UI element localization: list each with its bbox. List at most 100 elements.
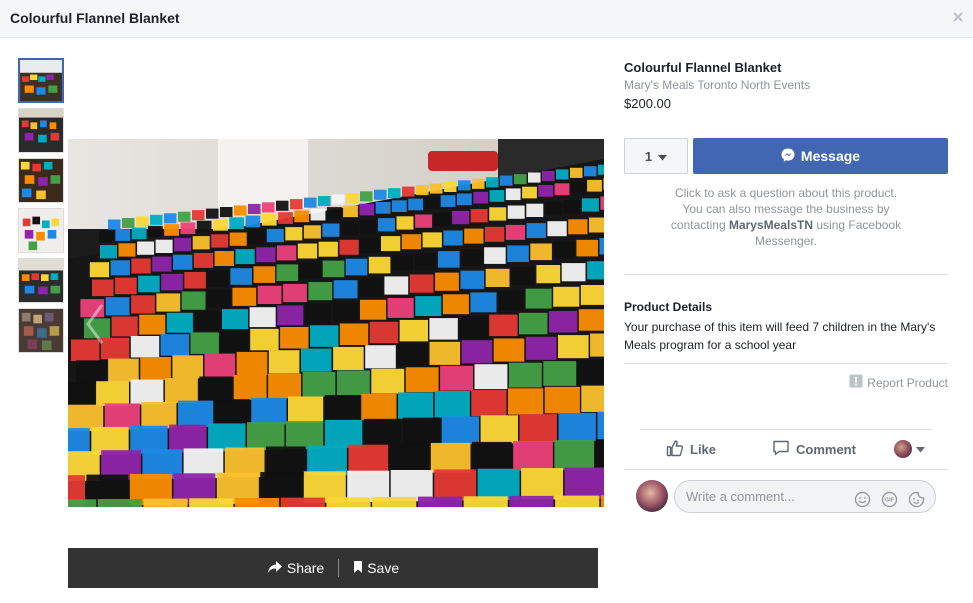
quilt-patch	[131, 227, 147, 240]
quilt-patch	[581, 385, 604, 412]
thumbnail-4[interactable]	[18, 208, 64, 253]
quilt-patch	[590, 333, 604, 357]
quilt-patch	[577, 359, 604, 385]
sticker-icon[interactable]	[908, 488, 925, 508]
quilt-patch	[433, 212, 451, 226]
comment-input[interactable]: Write a comment... GIF	[674, 480, 936, 513]
quilt-patch	[192, 236, 210, 250]
quilt-patch	[206, 208, 219, 219]
quilt-patch	[164, 224, 179, 236]
quilt-patch	[452, 210, 470, 225]
quilt-patch	[508, 388, 544, 415]
close-icon[interactable]	[951, 10, 965, 24]
quilt-patch	[322, 260, 345, 278]
quilt-patch	[130, 336, 160, 358]
quilt-patch	[115, 229, 131, 241]
quilt-patch	[581, 198, 599, 212]
quantity-select[interactable]: 1	[624, 138, 688, 174]
emoji-icon[interactable]	[854, 488, 871, 508]
quilt-patch	[332, 301, 359, 322]
quilt-patch	[332, 194, 345, 205]
gif-icon[interactable]: GIF	[881, 488, 898, 508]
quilt-patch	[505, 188, 521, 201]
quilt-patch	[156, 293, 181, 312]
quilt-patch	[322, 223, 340, 237]
quilt-patch	[391, 254, 414, 272]
quilt-patch	[360, 238, 380, 253]
quilt-patch	[248, 203, 261, 214]
quilt-patch	[143, 498, 188, 507]
quilt-patch	[268, 350, 300, 374]
quilt-patch	[139, 314, 166, 335]
quilt-patch	[461, 340, 493, 364]
quilt-patch	[441, 416, 480, 445]
thumbnail-1[interactable]	[18, 58, 64, 103]
quilt-patch	[340, 221, 358, 235]
report-product-button[interactable]: Report Product	[849, 374, 948, 391]
quilt-patch	[464, 228, 484, 244]
previous-image-arrow[interactable]	[80, 299, 110, 349]
quilt-patch	[587, 179, 602, 192]
share-save-bar: Share Save	[68, 548, 598, 588]
quilt-patch	[136, 216, 149, 227]
quilt-patch	[381, 236, 401, 252]
quilt-patch	[484, 247, 506, 264]
quilt-patch	[207, 270, 229, 287]
quilt-patch	[324, 419, 363, 448]
quilt-patch	[440, 365, 473, 391]
quilt-patch	[521, 468, 564, 500]
quilt-patch	[89, 262, 110, 278]
quilt-patch	[372, 496, 417, 507]
quilt-patch	[507, 245, 529, 262]
thumbnail-5[interactable]	[18, 258, 64, 303]
quilt-patch	[230, 268, 252, 285]
dialog-title: Colourful Flannel Blanket	[10, 10, 180, 26]
like-button[interactable]: Like	[666, 439, 716, 460]
quilt-patch	[544, 201, 562, 216]
quilt-patch	[234, 205, 247, 216]
quilt-patch	[164, 378, 198, 403]
quilt-patch	[251, 397, 287, 425]
thumbnail-3[interactable]	[18, 158, 64, 203]
quilt-patch	[472, 441, 512, 472]
quilt-patch	[122, 218, 135, 229]
quilt-patch	[405, 367, 439, 393]
quilt-patch	[222, 309, 249, 329]
divider-1	[624, 274, 948, 275]
save-button[interactable]: Save	[339, 560, 413, 577]
quilt-patch	[391, 200, 407, 212]
quilt-patch	[463, 496, 508, 507]
quilt-patch	[160, 334, 189, 356]
quilt-patch	[474, 364, 508, 389]
buy-row: 1 Message	[624, 138, 948, 174]
quilt-patch	[513, 441, 553, 471]
quilt-patch	[108, 219, 121, 230]
quilt-patch	[578, 309, 604, 331]
quilt-patch	[172, 355, 203, 379]
quilt-patch	[236, 351, 268, 375]
quilt-patch	[402, 417, 441, 446]
seller-link[interactable]: Mary's Meals Toronto North Events	[624, 78, 948, 92]
thumbnail-6[interactable]	[18, 308, 64, 353]
business-handle: MarysMealsTN	[728, 218, 814, 232]
quilt-patch	[442, 294, 469, 315]
quilt-patch	[361, 393, 397, 421]
quilt-patch	[473, 191, 489, 204]
quilt-patch	[207, 289, 231, 308]
quilt-patch	[277, 305, 304, 326]
comment-button[interactable]: Comment	[772, 439, 856, 460]
quilt-patch	[250, 328, 279, 351]
share-button[interactable]: Share	[253, 560, 338, 577]
quilt-patch	[472, 178, 485, 189]
quilt-patch	[570, 167, 583, 178]
quilt-patch	[547, 221, 567, 237]
quilt-patch	[486, 177, 499, 188]
quilt-patch	[564, 467, 604, 499]
quilt-patch	[213, 219, 228, 231]
quilt-patch	[235, 249, 255, 265]
quilt-patch	[97, 499, 142, 507]
thumbnail-2[interactable]	[18, 108, 64, 153]
quilt-patch	[416, 185, 429, 196]
message-button[interactable]: Message	[693, 138, 948, 174]
post-as-selector[interactable]	[894, 440, 925, 458]
